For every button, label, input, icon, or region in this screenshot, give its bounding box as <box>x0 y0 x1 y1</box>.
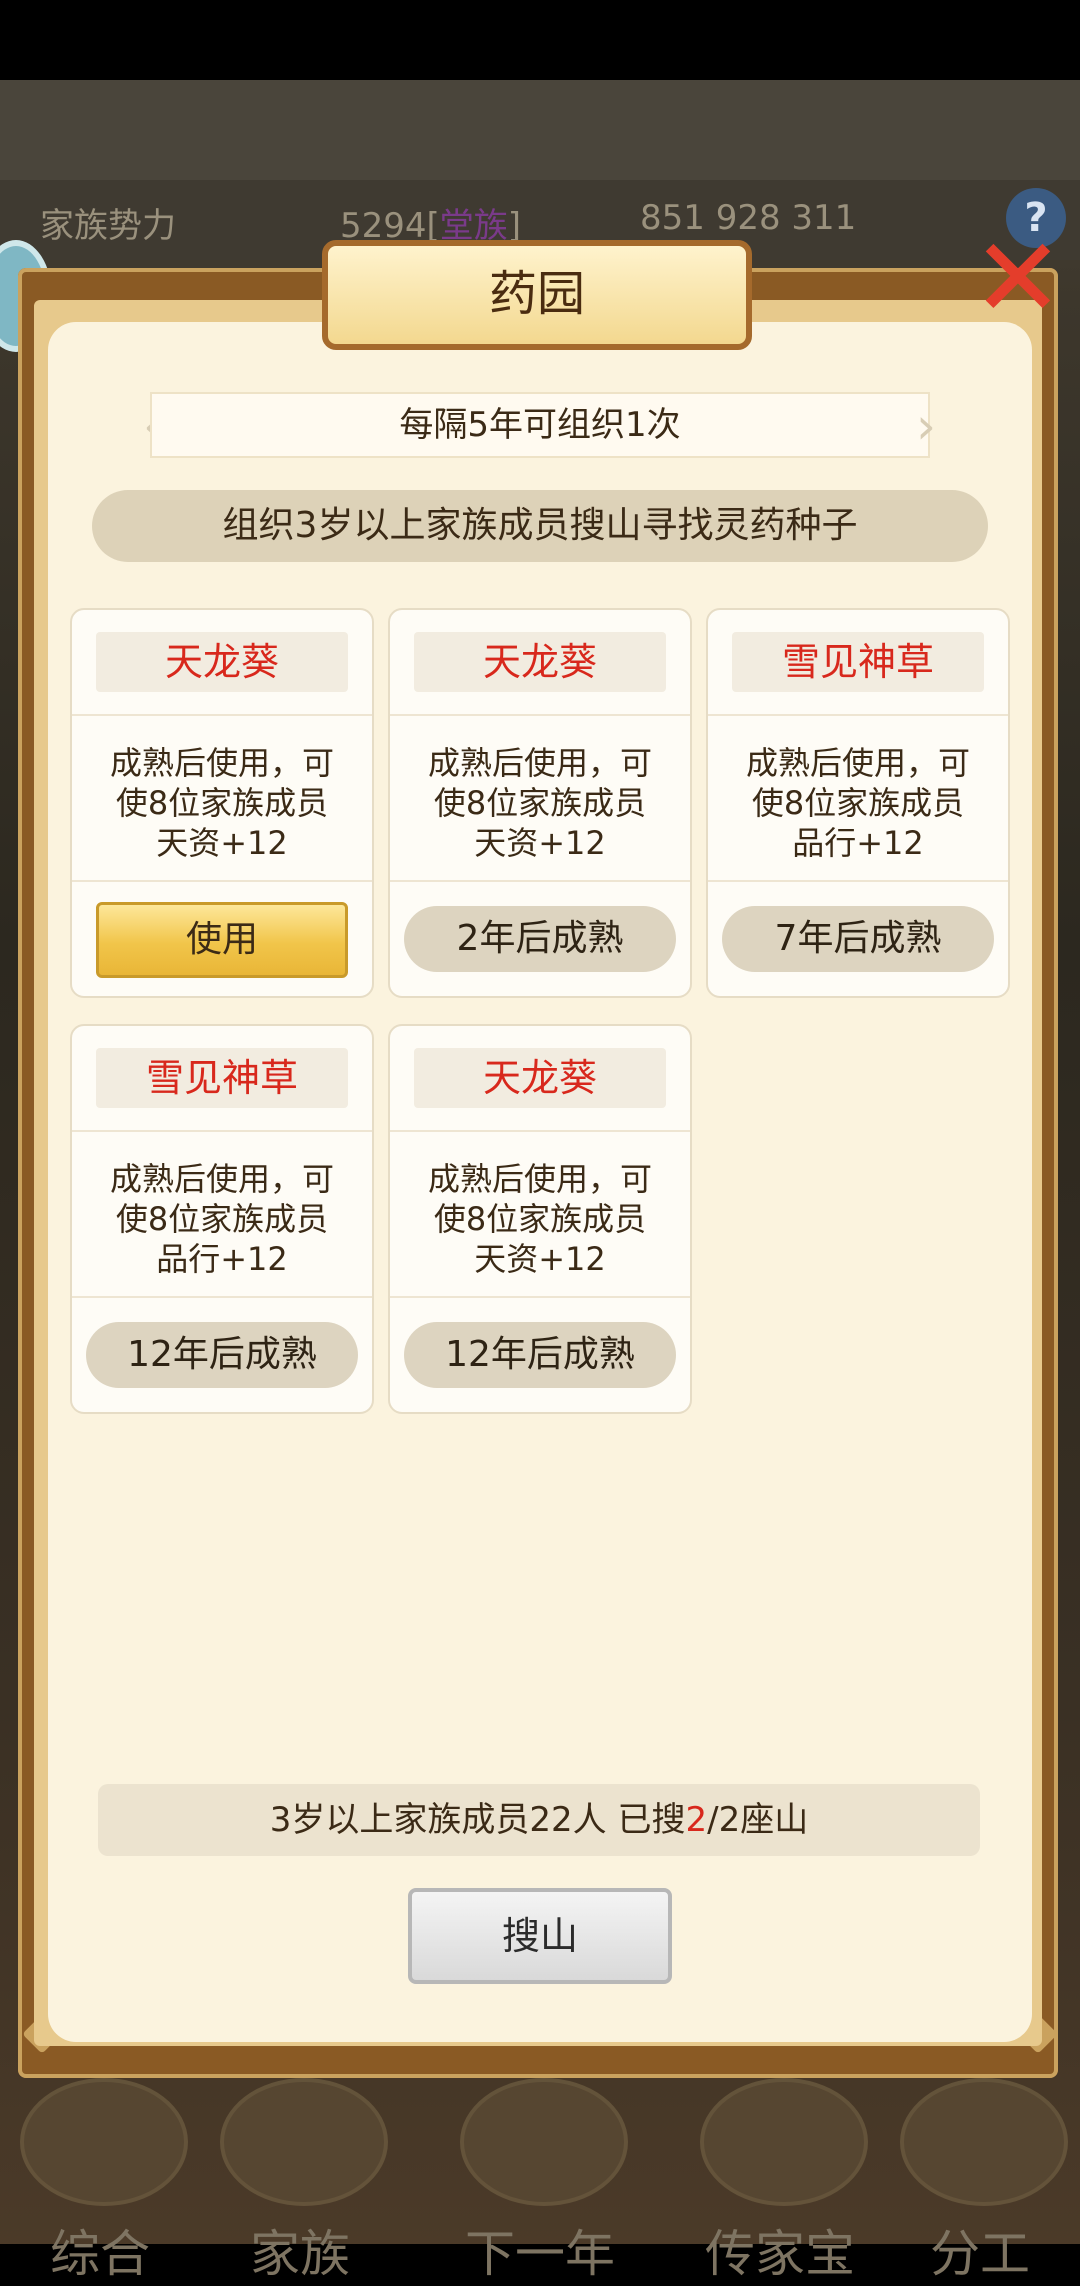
maturity-status: 12年后成熟 <box>86 1322 358 1388</box>
scroll-icon <box>20 2078 188 2206</box>
divider <box>72 880 372 882</box>
mountain-icon <box>460 2078 628 2206</box>
herb-name: 雪见神草 <box>732 632 984 692</box>
resource-counts: 851 928 311 <box>640 198 857 238</box>
divider <box>72 1296 372 1298</box>
nav-item-roles[interactable]: 分工 <box>880 2064 1080 2283</box>
divider <box>390 1296 690 1298</box>
nav-label: 传家宝 <box>705 2225 855 2283</box>
maturity-status: 2年后成熟 <box>404 906 676 972</box>
status-bar <box>0 0 1080 80</box>
garden-description: 组织3岁以上家族成员搜山寻找灵药种子 <box>92 490 988 562</box>
herb-card: 天龙葵 成熟后使用，可 使8位家族成员 天资+12 2年后成熟 <box>388 608 692 998</box>
maturity-status: 7年后成熟 <box>722 906 994 972</box>
nav-item-heirloom[interactable]: 传家宝 <box>680 2064 880 2283</box>
nav-label: 综合 <box>50 2225 150 2283</box>
nav-item-family[interactable]: 家族 <box>200 2064 400 2283</box>
search-progress-info: 3岁以上家族成员22人 已搜2/2座山 <box>98 1784 980 1856</box>
search-mountain-button[interactable]: 搜山 <box>408 1888 672 1984</box>
herb-name: 雪见神草 <box>96 1048 348 1108</box>
herb-name: 天龙葵 <box>414 1048 666 1108</box>
house-icon <box>220 2078 388 2206</box>
treasure-icon <box>700 2078 868 2206</box>
herb-card: 雪见神草 成熟后使用，可 使8位家族成员 品行+12 7年后成熟 <box>706 608 1010 998</box>
game-header <box>0 80 1080 180</box>
divider <box>390 880 690 882</box>
frequency-banner: 每隔5年可组织1次 <box>150 392 930 458</box>
herb-card: 天龙葵 成熟后使用，可 使8位家族成员 天资+12 12年后成熟 <box>388 1024 692 1414</box>
herb-card: 雪见神草 成熟后使用，可 使8位家族成员 品行+12 12年后成熟 <box>70 1024 374 1414</box>
nav-item-overview[interactable]: 综合 <box>0 2064 200 2283</box>
herb-effect: 成熟后使用，可 使8位家族成员 品行+12 <box>745 744 970 862</box>
divider <box>708 880 1008 882</box>
maturity-status: 12年后成熟 <box>404 1322 676 1388</box>
herb-effect: 成熟后使用，可 使8位家族成员 天资+12 <box>427 1160 652 1278</box>
family-power-label: 家族势力 <box>40 206 176 246</box>
divider <box>390 1130 690 1132</box>
dialog-title: 药园 <box>322 240 752 350</box>
herb-effect: 成熟后使用，可 使8位家族成员 天资+12 <box>109 744 334 862</box>
divider <box>72 1130 372 1132</box>
use-herb-button[interactable]: 使用 <box>96 902 348 978</box>
herb-card: 天龙葵 成熟后使用，可 使8位家族成员 天资+12 使用 <box>70 608 374 998</box>
herb-effect: 成熟后使用，可 使8位家族成员 品行+12 <box>109 1160 334 1278</box>
herb-effect: 成熟后使用，可 使8位家族成员 天资+12 <box>427 744 652 862</box>
searched-count: 2 <box>685 1800 708 1840</box>
divider <box>390 714 690 716</box>
nav-label: 下一年 <box>465 2225 615 2283</box>
bottom-nav: 综合 家族 下一年 传家宝 分工 <box>0 2064 1080 2283</box>
divider <box>72 714 372 716</box>
nav-label: 家族 <box>250 2225 350 2283</box>
nav-label: 分工 <box>930 2225 1030 2283</box>
divider <box>708 714 1008 716</box>
person-icon <box>900 2078 1068 2206</box>
herb-name: 天龙葵 <box>414 632 666 692</box>
herb-name: 天龙葵 <box>96 632 348 692</box>
arrow-right-ornament-icon: › <box>916 397 936 455</box>
close-icon[interactable]: ✕ <box>968 223 1068 333</box>
nav-item-next-year[interactable]: 下一年 <box>440 2064 640 2283</box>
